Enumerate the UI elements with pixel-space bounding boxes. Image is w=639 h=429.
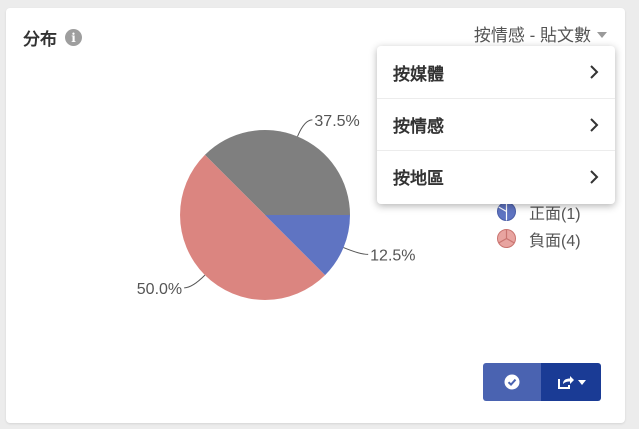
- pie-data-label: 37.5%: [314, 113, 359, 130]
- menu-item-by-region[interactable]: 按地區: [377, 150, 615, 202]
- chevron-right-icon: [590, 169, 599, 184]
- pie-label-connector: [184, 274, 206, 289]
- pie-data-label: 50.0%: [137, 281, 182, 298]
- chevron-right-icon: [590, 117, 599, 132]
- menu-item-label: 按媒體: [393, 64, 444, 84]
- menu-item-label: 按地區: [393, 169, 444, 188]
- pie-label-connector: [343, 247, 369, 255]
- chevron-right-icon: [590, 65, 599, 79]
- legend-item-negative[interactable]: 負面(4): [496, 225, 581, 252]
- share-icon: [557, 376, 574, 389]
- pie-legend-icon: [497, 229, 516, 248]
- sort-menu: 按媒體 按情感 按地區: [377, 46, 615, 204]
- legend-label: 負面(4): [529, 232, 581, 250]
- pie-data-label: 12.5%: [370, 247, 415, 264]
- share-button[interactable]: [541, 363, 601, 401]
- confirm-button[interactable]: [483, 363, 541, 401]
- caret-down-icon: [577, 379, 586, 385]
- check-circle-icon: [504, 374, 520, 390]
- pie-legend-icon: [497, 202, 516, 221]
- action-button-group: [483, 363, 601, 401]
- chart-legend: 正面(1) 負面(4): [496, 198, 581, 252]
- menu-item-by-media[interactable]: 按媒體: [377, 46, 615, 98]
- menu-item-by-sentiment[interactable]: 按情感: [377, 98, 615, 150]
- menu-item-label: 按情感: [393, 117, 444, 136]
- pie-label-connector: [297, 119, 313, 137]
